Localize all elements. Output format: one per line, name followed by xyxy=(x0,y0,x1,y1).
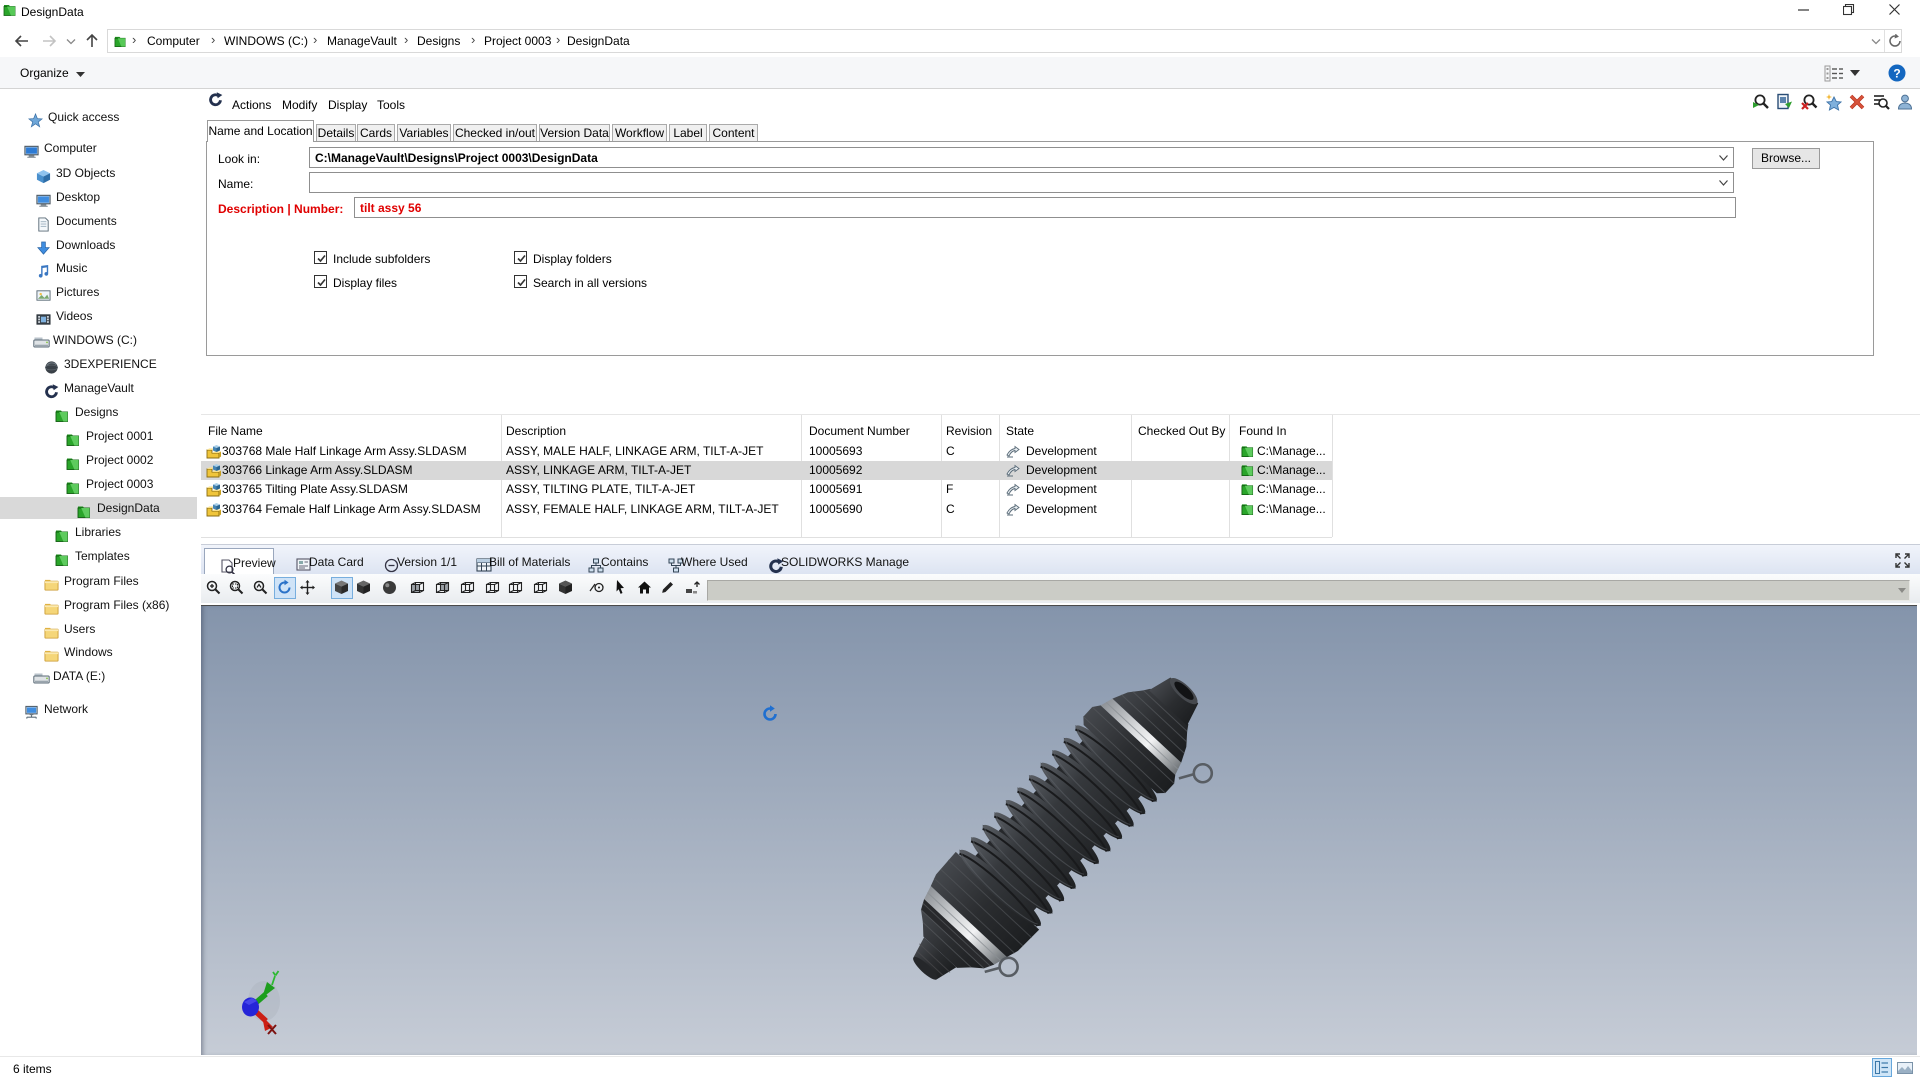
svg-text:?: ? xyxy=(1893,67,1900,81)
